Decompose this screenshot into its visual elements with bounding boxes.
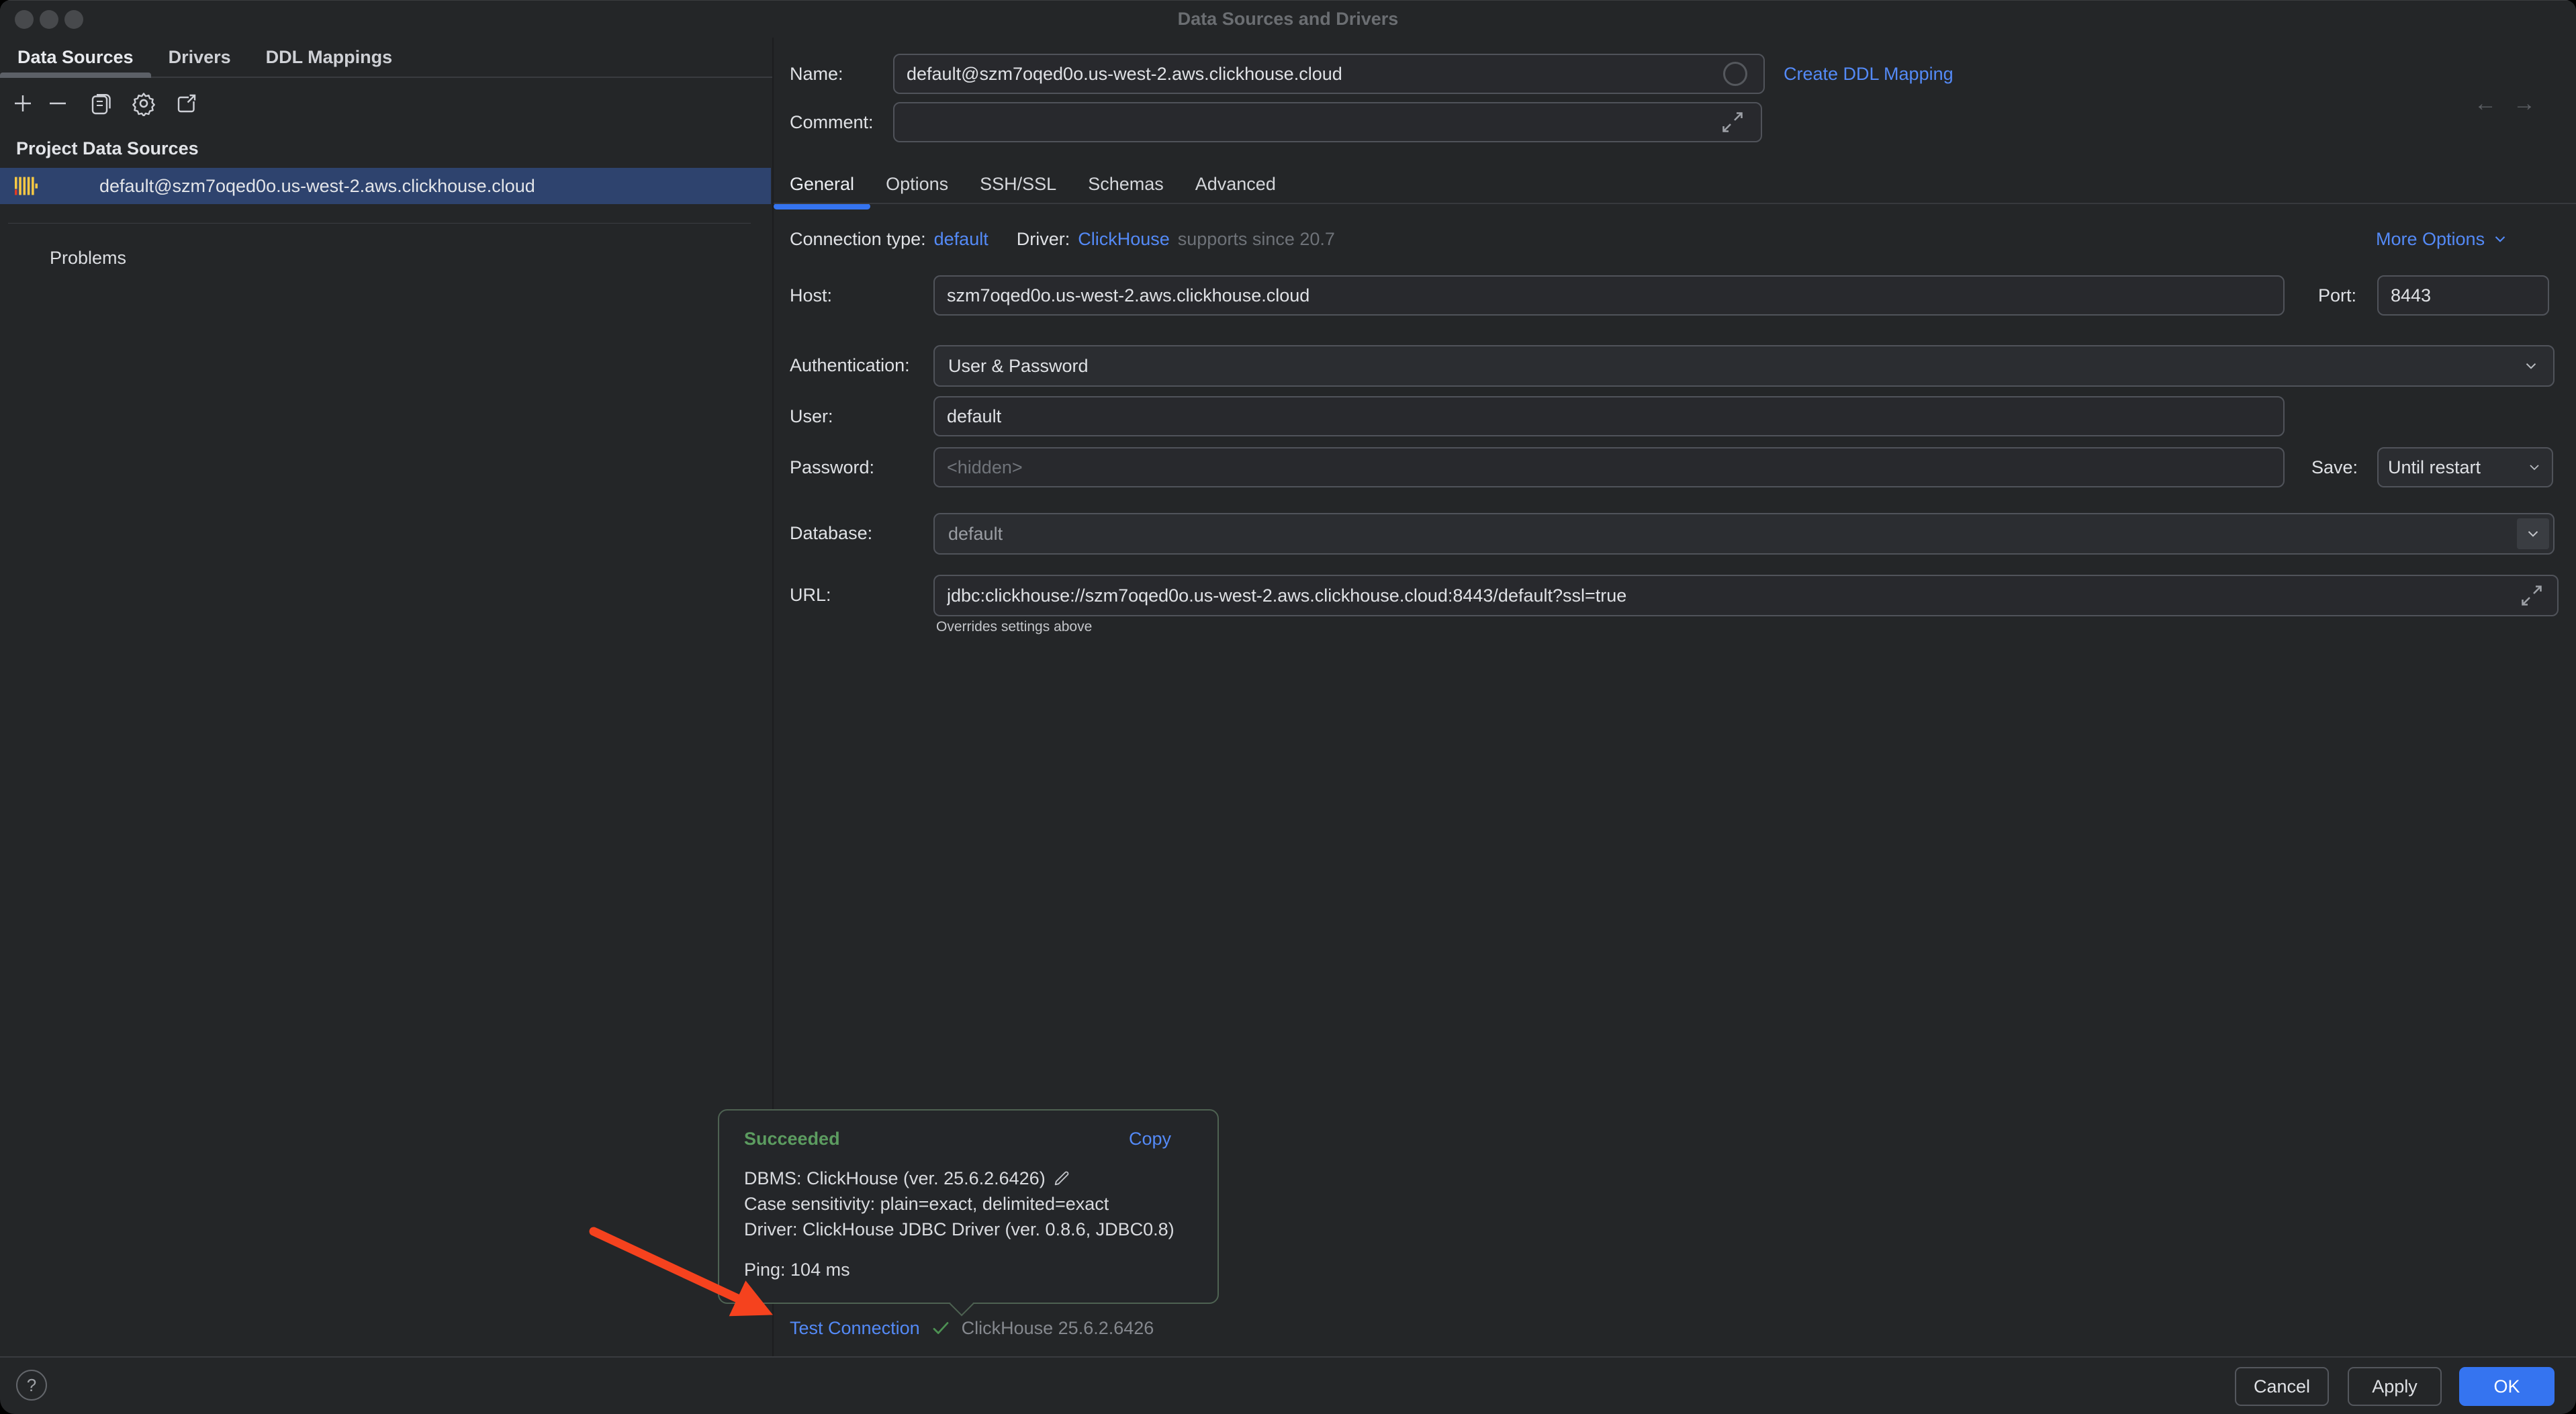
save-value: Until restart [2388, 457, 2481, 478]
copy-link[interactable]: Copy [1129, 1129, 1171, 1149]
list-separator [8, 223, 751, 224]
authentication-dropdown[interactable]: User & Password [933, 345, 2555, 387]
connection-type-label: Connection type: [790, 226, 926, 252]
case-sensitivity-info: Case sensitivity: plain=exact, delimited… [744, 1191, 1109, 1217]
tab-drivers[interactable]: Drivers [151, 38, 248, 77]
copy-icon [89, 91, 113, 115]
question-mark-icon: ? [27, 1375, 36, 1396]
minus-icon [46, 91, 70, 115]
cancel-button[interactable]: Cancel [2235, 1367, 2329, 1406]
database-value: default [948, 524, 1003, 545]
name-refresh-spinner-icon [1723, 62, 1747, 86]
plus-icon [11, 91, 35, 115]
open-datasource-button[interactable] [169, 86, 204, 121]
success-check-icon [931, 1318, 951, 1338]
problems-item[interactable]: Problems [50, 240, 126, 275]
remove-button[interactable] [40, 86, 75, 121]
chevron-down-icon [2491, 230, 2509, 248]
title-bar: Data Sources and Drivers [0, 0, 2576, 38]
external-link-icon [175, 91, 199, 115]
authentication-label: Authentication: [790, 345, 910, 385]
datasource-name: default@szm7oqed0o.us-west-2.aws.clickho… [99, 176, 535, 197]
database-chevron-cell[interactable] [2517, 518, 2549, 549]
url-input[interactable] [933, 575, 2559, 616]
ok-button[interactable]: OK [2459, 1367, 2555, 1406]
save-label: Save: [2311, 447, 2358, 487]
chevron-down-icon [2522, 357, 2540, 375]
settings-button[interactable] [126, 86, 161, 121]
connection-result-text: ClickHouse 25.6.2.6426 [962, 1318, 1154, 1339]
tab-strip-divider [774, 203, 2576, 204]
forward-arrow-icon[interactable]: → [2513, 91, 2536, 117]
connection-tab-strip: General Options SSH/SSL Schemas Advanced [790, 165, 1276, 203]
dbms-info: DBMS: ClickHouse (ver. 25.6.2.6426) [744, 1166, 1046, 1191]
expand-field-icon[interactable] [1720, 110, 1745, 134]
port-label: Port: [2318, 275, 2356, 316]
comment-input[interactable] [893, 102, 1762, 142]
test-connection-result-popup: Succeeded Copy DBMS: ClickHouse (ver. 25… [718, 1109, 1219, 1304]
test-connection-row: Test Connection ClickHouse 25.6.2.6426 [790, 1309, 1154, 1347]
password-label: Password: [790, 447, 874, 487]
driver-info: Driver: ClickHouse JDBC Driver (ver. 0.8… [744, 1217, 1175, 1242]
status-succeeded: Succeeded [744, 1129, 840, 1149]
connection-type-row: Connection type: default Driver: ClickHo… [790, 226, 1335, 252]
host-label: Host: [790, 275, 832, 316]
chevron-down-icon [2524, 525, 2542, 543]
tab-general[interactable]: General [790, 165, 854, 203]
help-button[interactable]: ? [16, 1370, 47, 1401]
tab-advanced[interactable]: Advanced [1195, 165, 1276, 203]
comment-label: Comment: [790, 102, 874, 142]
tab-ssh-ssl[interactable]: SSH/SSL [980, 165, 1056, 203]
driver-label: Driver: [1017, 226, 1070, 252]
left-tab-strip: Data Sources Drivers DDL Mappings [0, 38, 772, 78]
annotation-arrow [0, 0, 2576, 1414]
ping-info: Ping: 104 ms [744, 1257, 850, 1282]
more-options-link[interactable]: More Options [2376, 226, 2509, 252]
user-input[interactable] [933, 396, 2285, 436]
tab-data-sources[interactable]: Data Sources [0, 38, 151, 77]
tab-options[interactable]: Options [886, 165, 948, 203]
user-label: User: [790, 396, 833, 436]
connection-type-link[interactable]: default [934, 226, 988, 252]
host-input[interactable] [933, 275, 2285, 316]
password-input[interactable] [933, 447, 2285, 487]
clickhouse-icon [15, 175, 38, 197]
project-data-sources-header: Project Data Sources [16, 138, 199, 159]
dialog-footer: ? Cancel Apply OK [0, 1356, 2576, 1414]
url-hint: Overrides settings above [936, 619, 1092, 635]
tab-schemas[interactable]: Schemas [1088, 165, 1164, 203]
create-ddl-mapping-link[interactable]: Create DDL Mapping [1784, 54, 1953, 94]
chevron-down-icon [2526, 459, 2542, 475]
name-input[interactable] [893, 54, 1765, 94]
duplicate-button[interactable] [83, 86, 118, 121]
test-connection-link[interactable]: Test Connection [790, 1318, 920, 1339]
port-input[interactable] [2377, 275, 2549, 316]
datasource-toolbar [0, 79, 772, 128]
database-label: Database: [790, 513, 872, 553]
expand-field-icon[interactable] [2520, 583, 2544, 608]
database-combobox[interactable]: default [933, 513, 2555, 555]
tab-ddl-mappings[interactable]: DDL Mappings [248, 38, 410, 77]
add-button[interactable] [5, 86, 40, 121]
authentication-value: User & Password [948, 356, 1089, 377]
data-sources-dialog: Data Sources and Drivers Data Sources Dr… [0, 0, 2576, 1414]
datasource-list-item-selected[interactable]: default@szm7oqed0o.us-west-2.aws.clickho… [0, 168, 771, 204]
url-label: URL: [790, 575, 831, 615]
driver-supports-note: supports since 20.7 [1178, 226, 1335, 252]
apply-button[interactable]: Apply [2348, 1367, 2442, 1406]
gear-icon [131, 91, 156, 116]
back-arrow-icon[interactable]: ← [2474, 91, 2497, 117]
driver-link[interactable]: ClickHouse [1078, 226, 1170, 252]
save-dropdown[interactable]: Until restart [2377, 447, 2553, 487]
edit-pencil-icon[interactable] [1052, 1169, 1071, 1188]
name-label: Name: [790, 54, 843, 94]
history-navigation: ← → [2474, 79, 2536, 128]
window-title: Data Sources and Drivers [0, 9, 2576, 30]
